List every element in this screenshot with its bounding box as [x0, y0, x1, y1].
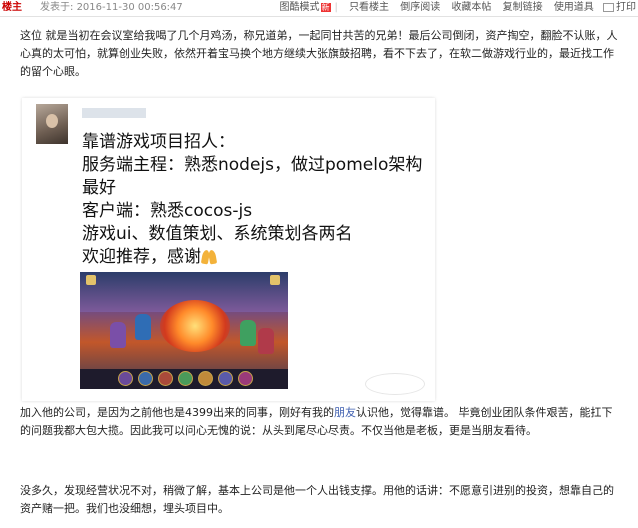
game-skill-slot [138, 371, 153, 386]
game-screenshot-image [80, 272, 288, 389]
game-hero [258, 328, 274, 354]
avatar-face [46, 114, 58, 128]
post-header: 楼主 发表于: 2016-11-30 00:56:47 图酷模式新 | 只看楼主 … [0, 0, 638, 15]
moment-line-last: 欢迎推荐，感谢 [82, 246, 422, 269]
friend-link[interactable]: 朋友 [334, 406, 356, 419]
avatar [36, 104, 68, 144]
paragraph-intro: 这位 就是当初在会议室给我喝了几个月鸡汤，称兄道弟，一起同甘共苦的兄弟！最后公司… [20, 29, 618, 78]
moment-post-text: 靠谱游戏项目招人： 服务端主程：熟悉nodejs，做过pomelo架构 最好 客… [82, 131, 422, 269]
new-badge: 新 [320, 3, 331, 12]
blurred-name [82, 108, 146, 118]
game-hero [135, 314, 151, 340]
game-skill-slot [218, 371, 233, 386]
favorite-link[interactable]: 收藏本帖 [451, 2, 491, 13]
only-louzhu-link[interactable]: 只看楼主 [349, 2, 389, 13]
game-skill-slot [238, 371, 253, 386]
moment-line: 靠谱游戏项目招人： [82, 132, 235, 152]
moment-line: 客户端：熟悉cocos-js [82, 201, 253, 221]
fish-watermark [365, 373, 425, 395]
post-toolbar: 图酷模式新 | 只看楼主 倒序阅读 收藏本帖 复制链接 使用道具 打印 [272, 0, 637, 15]
use-tool-link[interactable]: 使用道具 [554, 2, 594, 13]
game-skill-slot [118, 371, 133, 386]
reverse-read-link[interactable]: 倒序阅读 [400, 2, 440, 13]
moment-line: 最好 [82, 178, 116, 198]
game-skill-slot [158, 371, 173, 386]
game-topbar-button [86, 275, 96, 285]
paragraph-joined: 加入他的公司，是因为之前他也是4399出来的同事，刚好有我的朋友认识他，觉得靠谱… [20, 406, 613, 437]
game-hero [110, 322, 126, 348]
header-divider [0, 16, 638, 17]
copy-link-link[interactable]: 复制链接 [503, 2, 543, 13]
pray-icon [200, 248, 218, 265]
image-mode-link[interactable]: 图酷模式 [280, 2, 320, 13]
moment-line: 服务端主程：熟悉nodejs，做过pomelo架构 [82, 155, 423, 175]
moments-screenshot: 靠谱游戏项目招人： 服务端主程：熟悉nodejs，做过pomelo架构 最好 客… [22, 98, 435, 401]
game-skill-slot [198, 371, 213, 386]
toolbar-divider: | [334, 2, 338, 13]
moment-line: 游戏ui、数值策划、系统策划各两名 [82, 224, 353, 244]
game-fire-effect [160, 300, 230, 352]
game-skill-slot [178, 371, 193, 386]
louzhu-label: 楼主 [2, 2, 22, 13]
posted-time: 发表于: 2016-11-30 00:56:47 [40, 2, 183, 13]
corner-watermark [542, 470, 632, 520]
paragraph-later: 没多久，发现经营状况不对，稍微了解，基本上公司是他一个人出钱支撑。用他的话讲：不… [20, 484, 614, 515]
game-topbar-button [270, 275, 280, 285]
print-icon[interactable] [603, 2, 614, 12]
print-link[interactable]: 打印 [616, 2, 636, 13]
game-hero [240, 320, 256, 346]
